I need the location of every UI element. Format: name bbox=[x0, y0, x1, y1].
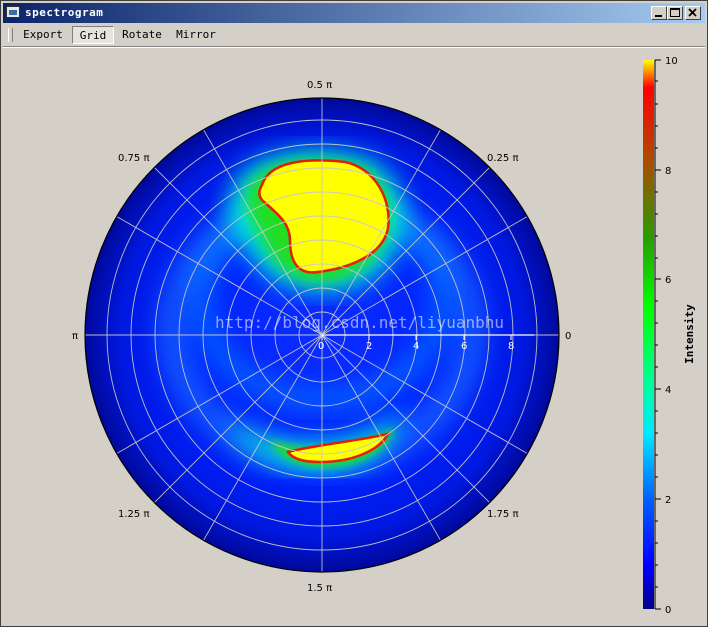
angle-label-05pi: 0.5 π bbox=[307, 80, 332, 91]
colorbar-tick-8: 8 bbox=[665, 166, 671, 177]
radial-label-6: 6 bbox=[461, 341, 467, 352]
watermark: http://blog.csdn.net/liyuanbhu bbox=[215, 313, 504, 332]
angle-label-175pi: 1.75 π bbox=[487, 509, 518, 520]
color-bar: 10 8 6 4 2 0 Intensity bbox=[643, 56, 696, 616]
radial-label-4: 4 bbox=[413, 341, 419, 352]
colorbar-tick-10: 10 bbox=[665, 56, 678, 67]
angle-label-15pi: 1.5 π bbox=[307, 583, 332, 594]
angle-label-075pi: 0.75 π bbox=[118, 153, 149, 164]
angle-label-0: 0 bbox=[565, 331, 571, 342]
angle-label-pi: π bbox=[72, 331, 78, 342]
colorbar-tick-2: 2 bbox=[665, 495, 671, 506]
color-bar-gradient bbox=[643, 60, 654, 609]
colorbar-tick-0: 0 bbox=[665, 605, 671, 616]
colorbar-tick-4: 4 bbox=[665, 385, 671, 396]
colorbar-title: Intensity bbox=[683, 304, 696, 364]
angle-label-125pi: 1.25 π bbox=[118, 509, 149, 520]
radial-label-8: 8 bbox=[508, 341, 514, 352]
angle-label-025pi: 0.25 π bbox=[487, 153, 518, 164]
radial-label-0: 0 bbox=[318, 341, 324, 352]
radial-label-2: 2 bbox=[366, 341, 372, 352]
colorbar-tick-6: 6 bbox=[665, 275, 671, 286]
